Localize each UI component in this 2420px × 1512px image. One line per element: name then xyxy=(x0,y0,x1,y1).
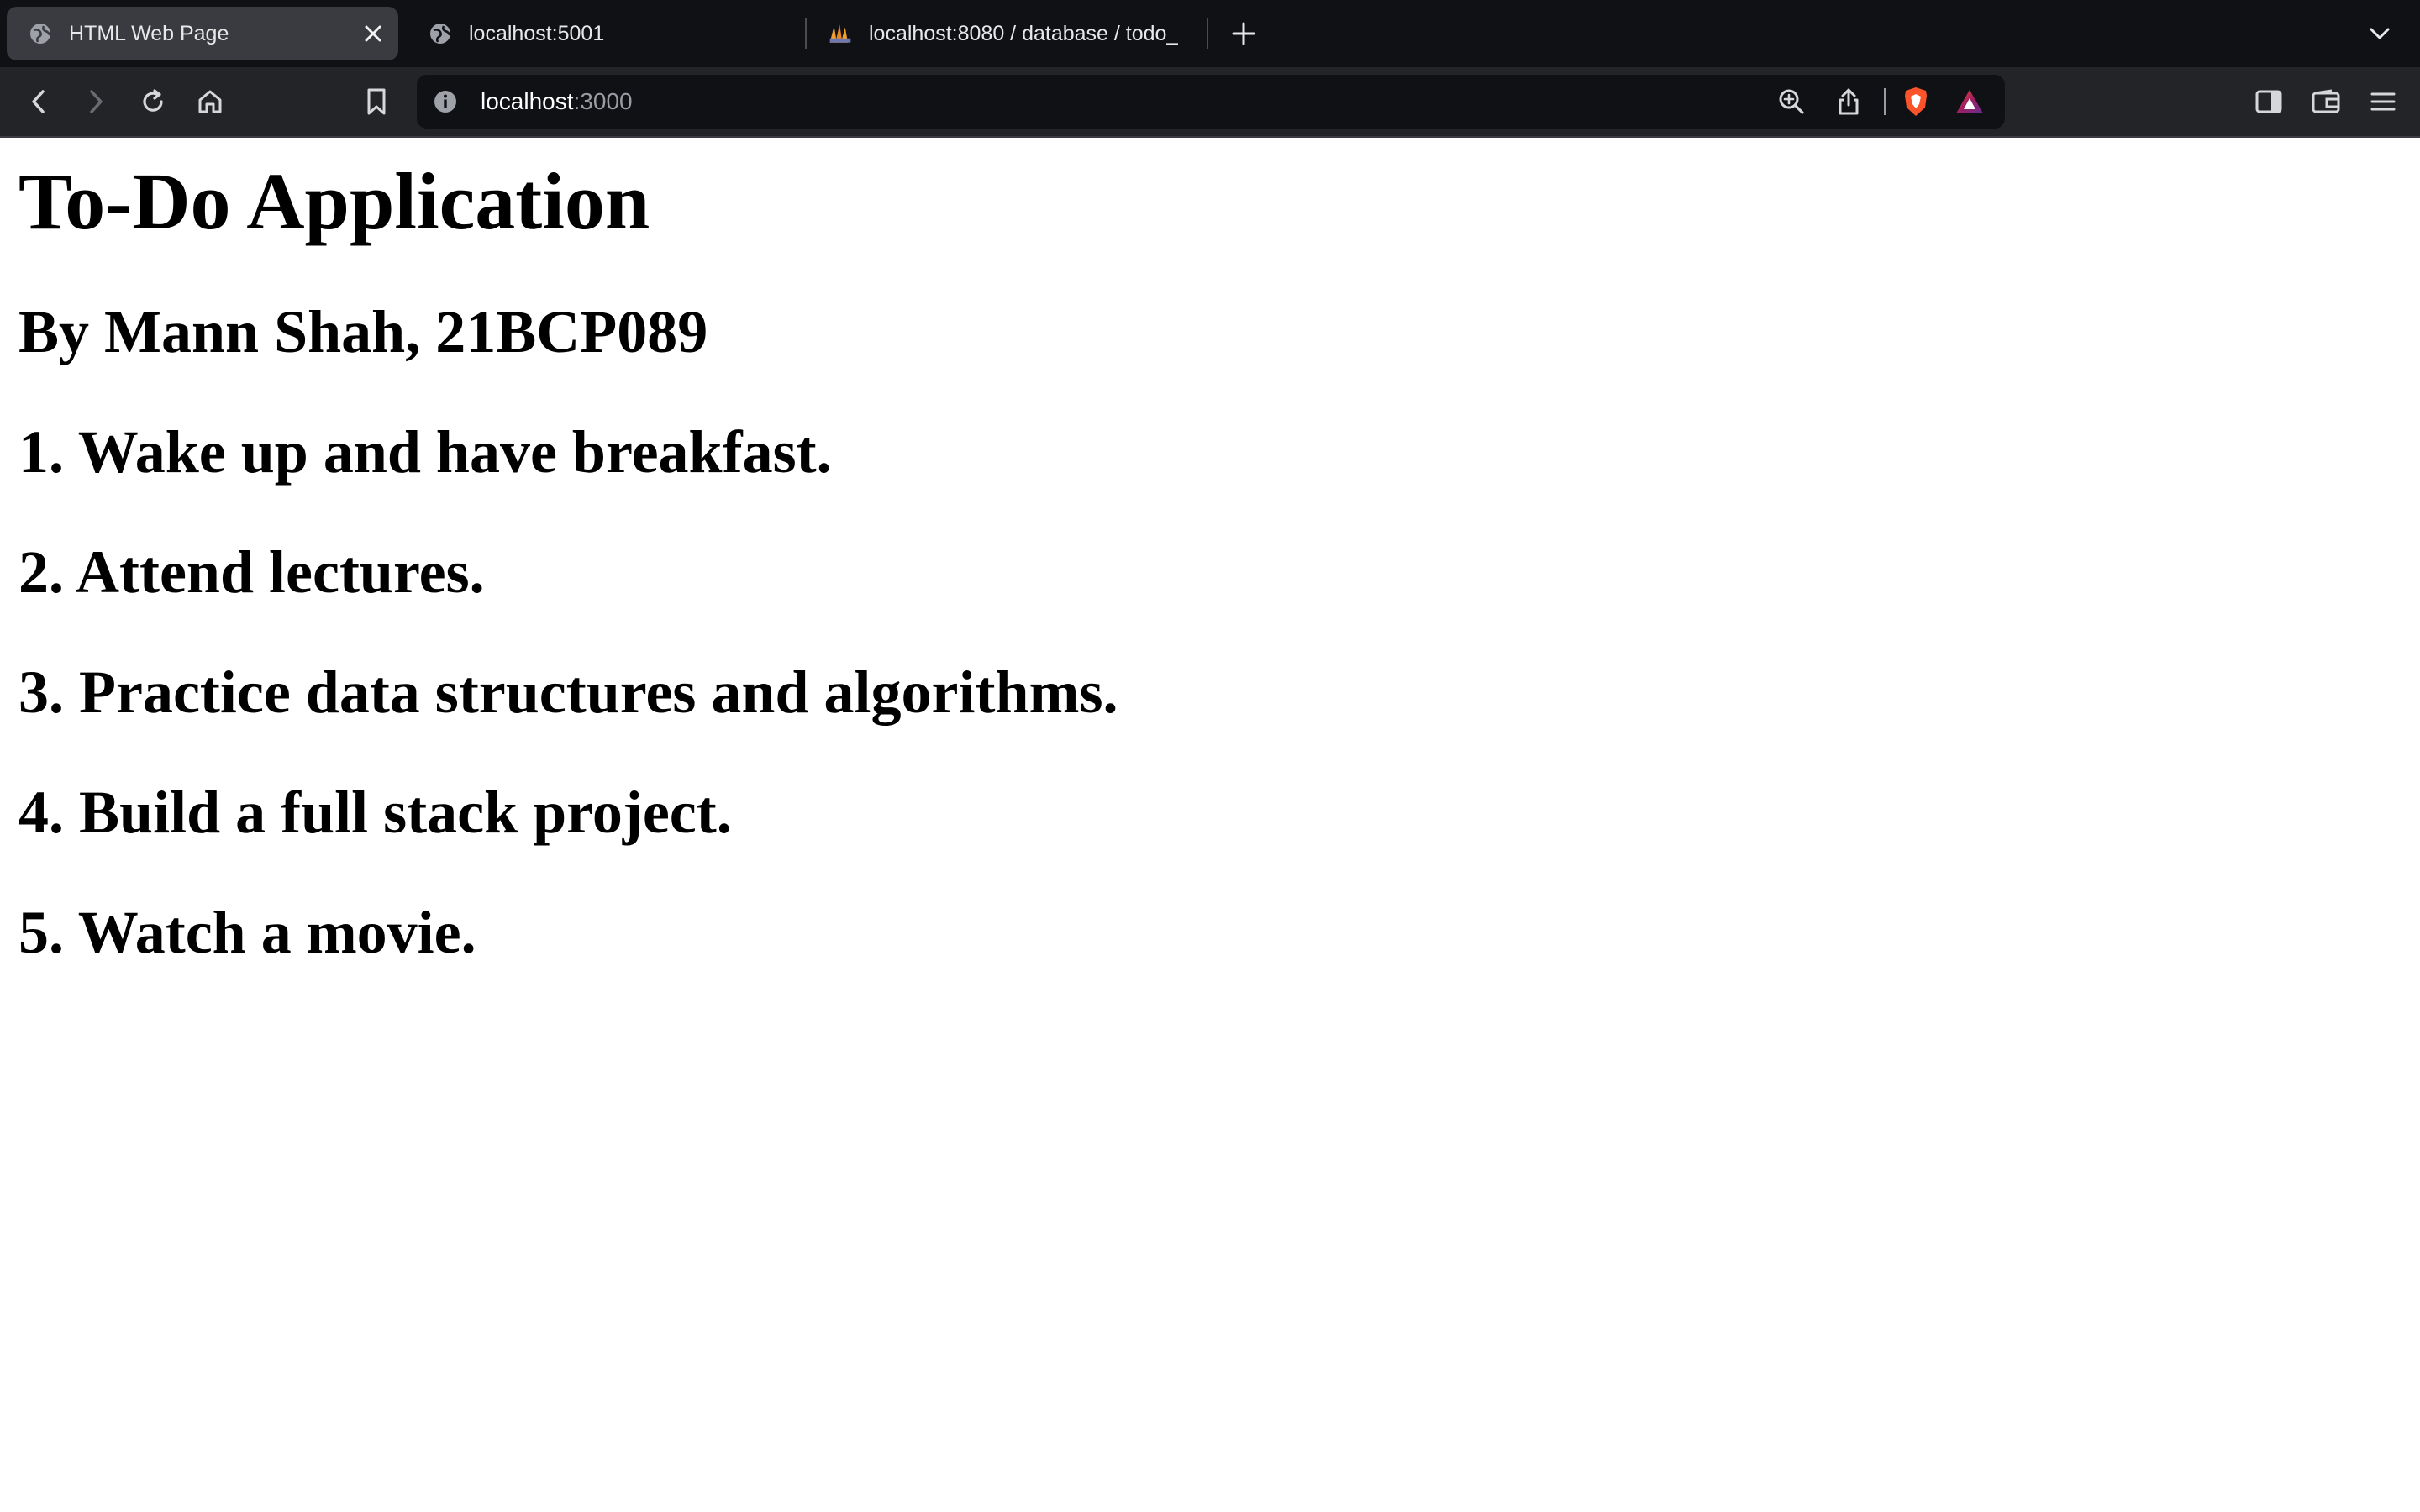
globe-icon xyxy=(429,22,452,45)
page-title: To-Do Application xyxy=(18,156,650,246)
tab-close-icon[interactable] xyxy=(360,20,387,47)
forward-button[interactable] xyxy=(76,81,116,122)
bookmark-icon xyxy=(367,88,386,115)
brave-shields-icon[interactable] xyxy=(1897,83,1934,120)
wallet-icon xyxy=(2312,89,2340,113)
author-line: By Mann Shah, 21BCP089 xyxy=(18,298,708,365)
tab-title: HTML Web Page xyxy=(69,21,229,45)
zoom-icon[interactable] xyxy=(1773,83,1810,120)
reload-icon xyxy=(143,89,163,112)
forward-arrow-icon xyxy=(90,90,103,113)
wallet-button[interactable] xyxy=(2306,81,2346,122)
sidebar-toggle-button[interactable] xyxy=(2249,81,2289,122)
brave-rewards-icon[interactable] xyxy=(1951,83,1988,120)
todo-item: 1. Wake up and have breakfast. xyxy=(18,418,832,486)
home-icon xyxy=(198,90,222,113)
tab-list-button[interactable] xyxy=(2361,15,2398,52)
url-bar-divider xyxy=(1884,88,1886,115)
address-bar[interactable]: localhost:3000 xyxy=(417,75,2005,129)
new-tab-button[interactable] xyxy=(1225,15,1262,52)
tab-html-web-page[interactable]: HTML Web Page xyxy=(7,7,398,60)
tab-separator xyxy=(1207,18,1208,49)
tab-bar: HTML Web Page localhost:5001 localhost:8… xyxy=(0,0,2420,67)
web-page-content: To-Do Application By Mann Shah, 21BCP089… xyxy=(0,138,2420,1512)
chevron-down-icon xyxy=(2370,28,2390,39)
globe-icon xyxy=(29,22,52,45)
phpmyadmin-icon xyxy=(829,22,852,45)
tab-title: localhost:5001 xyxy=(469,21,605,45)
reload-button[interactable] xyxy=(133,81,173,122)
site-info-icon[interactable] xyxy=(432,88,459,115)
back-button[interactable] xyxy=(18,81,59,122)
todo-item: 3. Practice data structures and algorith… xyxy=(18,659,1118,726)
todo-item: 2. Attend lectures. xyxy=(18,538,485,606)
url-port: :3000 xyxy=(573,88,633,114)
main-menu-button[interactable] xyxy=(2363,81,2403,122)
bookmark-button[interactable] xyxy=(356,81,397,122)
back-arrow-icon xyxy=(32,90,45,113)
tab-localhost-5001[interactable]: localhost:5001 xyxy=(407,7,802,60)
share-icon[interactable] xyxy=(1830,83,1867,120)
sidebar-icon xyxy=(2255,90,2282,113)
tab-phpmyadmin[interactable]: localhost:8080 / database / todo_ xyxy=(807,7,1202,60)
tab-title: localhost:8080 / database / todo_ xyxy=(869,21,1179,45)
url-host: localhost xyxy=(481,88,574,114)
plus-icon xyxy=(1232,22,1255,45)
home-button[interactable] xyxy=(190,81,230,122)
url-text[interactable]: localhost:3000 xyxy=(481,75,633,129)
hamburger-menu-icon xyxy=(2370,92,2396,111)
todo-item: 5. Watch a movie. xyxy=(18,899,476,966)
navigation-toolbar: localhost:3000 xyxy=(0,67,2420,136)
todo-item: 4. Build a full stack project. xyxy=(18,779,732,846)
